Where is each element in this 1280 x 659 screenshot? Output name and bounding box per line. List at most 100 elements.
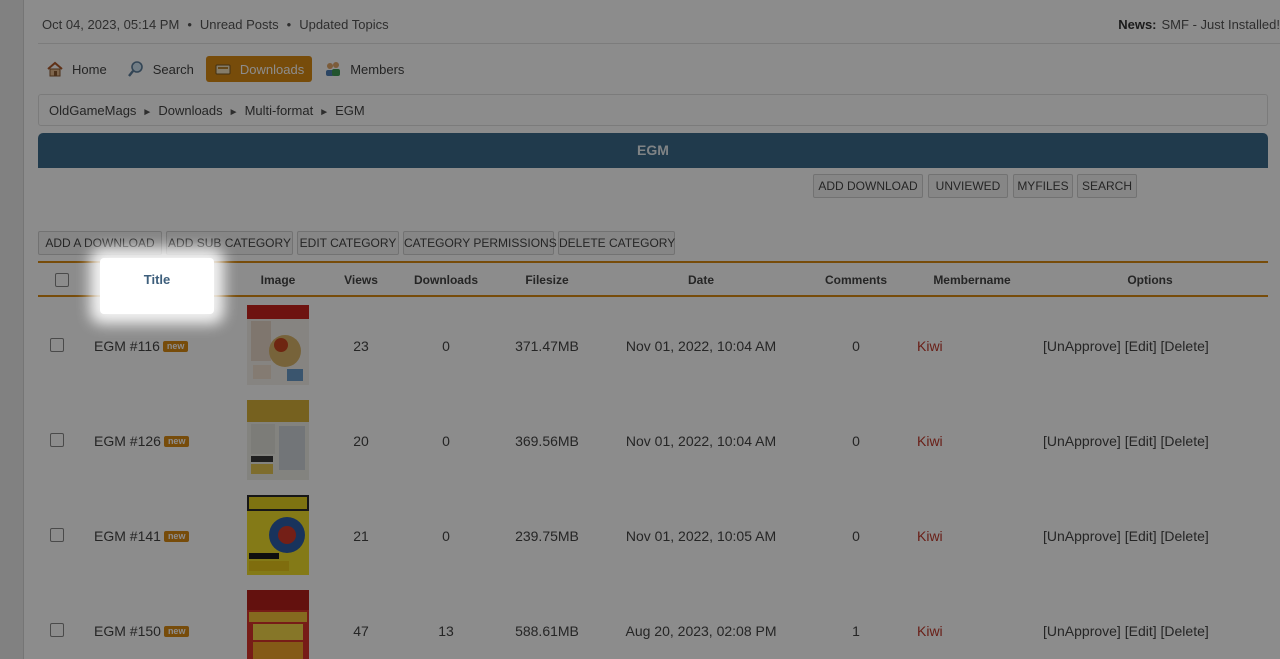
top-info-bar: Oct 04, 2023, 05:14 PM • Unread Posts • Upda… bbox=[38, 0, 1280, 44]
breadcrumb-item[interactable]: Multi-format bbox=[245, 103, 314, 118]
row-title-link[interactable]: EGM #150 new bbox=[94, 623, 190, 639]
row-downloads: 0 bbox=[442, 338, 450, 354]
unread-posts-link[interactable]: Unread Posts bbox=[200, 17, 279, 32]
edit-link[interactable]: [Edit] bbox=[1125, 528, 1157, 544]
column-membername[interactable]: Membername bbox=[907, 273, 1037, 287]
nav-item-label: Members bbox=[350, 61, 405, 77]
edit-category-button[interactable]: EDIT CATEGORY bbox=[297, 231, 399, 255]
cover-thumbnail[interactable] bbox=[247, 495, 309, 575]
nav-item-home[interactable]: Home bbox=[38, 56, 115, 82]
row-member-link[interactable]: Kiwi bbox=[917, 623, 943, 639]
table-row: EGM #126 new 20 0 369.56MB Nov 01, 2022, … bbox=[38, 393, 1268, 488]
column-options: Options bbox=[1127, 273, 1173, 287]
row-date: Nov 01, 2022, 10:04 AM bbox=[625, 338, 777, 354]
row-downloads: 0 bbox=[442, 433, 450, 449]
category-permissions-button[interactable]: CATEGORY PERMISSIONS bbox=[403, 231, 557, 255]
updated-topics-link[interactable]: Updated Topics bbox=[299, 17, 388, 32]
unapprove-link[interactable]: [UnApprove] bbox=[1043, 338, 1121, 354]
cover-thumbnail[interactable] bbox=[247, 400, 309, 480]
breadcrumb-item[interactable]: OldGameMags bbox=[49, 103, 136, 118]
edit-link[interactable]: [Edit] bbox=[1125, 623, 1157, 639]
highlighted-title-label[interactable]: Title bbox=[100, 258, 214, 302]
row-title[interactable]: EGM #126 bbox=[94, 433, 161, 449]
breadcrumb-arrow-icon: ► bbox=[228, 107, 239, 118]
delete-link[interactable]: [Delete] bbox=[1161, 338, 1209, 354]
current-datetime: Oct 04, 2023, 05:14 PM bbox=[42, 17, 180, 32]
column-date[interactable]: Date bbox=[621, 273, 781, 287]
row-checkbox[interactable] bbox=[50, 528, 64, 542]
row-title[interactable]: EGM #116 bbox=[94, 338, 160, 354]
highlighted-title-column-header[interactable]: Title bbox=[100, 258, 214, 314]
edit-link[interactable]: [Edit] bbox=[1125, 433, 1157, 449]
row-comments: 0 bbox=[852, 433, 860, 449]
add-download-button[interactable]: ADD DOWNLOAD bbox=[813, 174, 923, 198]
row-date: Nov 01, 2022, 10:04 AM bbox=[625, 433, 777, 449]
row-member-link[interactable]: Kiwi bbox=[917, 433, 943, 449]
row-views: 23 bbox=[353, 338, 369, 354]
page: Oct 04, 2023, 05:14 PM • Unread Posts • Upda… bbox=[38, 0, 1280, 659]
row-member-link[interactable]: Kiwi bbox=[917, 528, 943, 544]
row-title-link[interactable]: EGM #116 new bbox=[94, 338, 189, 354]
nav-item-members[interactable]: Members bbox=[316, 56, 412, 82]
row-title-link[interactable]: EGM #126 new bbox=[94, 433, 190, 449]
edit-link[interactable]: [Edit] bbox=[1125, 338, 1157, 354]
table-row: EGM #150 new 47 13 588.61MB Aug 20, 2023,… bbox=[38, 583, 1268, 659]
breadcrumb-item[interactable]: Downloads bbox=[158, 103, 222, 118]
main-nav: Home Search Downloads Members bbox=[38, 55, 416, 83]
delete-category-button[interactable]: DELETE CATEGORY bbox=[558, 231, 675, 255]
add-a-download-button[interactable]: ADD A DOWNLOAD bbox=[38, 231, 162, 255]
news-text[interactable]: SMF - Just Installed! bbox=[1162, 17, 1280, 32]
row-title[interactable]: EGM #150 bbox=[94, 623, 161, 639]
category-title-bar: EGM bbox=[38, 133, 1268, 168]
left-sidebar-strip bbox=[0, 0, 24, 659]
row-comments: 0 bbox=[852, 338, 860, 354]
new-badge: new bbox=[163, 626, 190, 637]
row-downloads: 0 bbox=[442, 528, 450, 544]
row-title-link[interactable]: EGM #141 new bbox=[94, 528, 190, 544]
row-views: 20 bbox=[353, 433, 369, 449]
nav-item-downloads[interactable]: Downloads bbox=[205, 56, 313, 82]
breadcrumb-arrow-icon: ► bbox=[319, 107, 330, 118]
cover-thumbnail[interactable] bbox=[247, 305, 309, 385]
row-checkbox[interactable] bbox=[50, 433, 64, 447]
row-views: 47 bbox=[353, 623, 369, 639]
new-badge: new bbox=[162, 341, 189, 352]
add-sub-category-button[interactable]: ADD SUB CATEGORY bbox=[166, 231, 293, 255]
row-member-link[interactable]: Kiwi bbox=[917, 338, 943, 354]
nav-item-label: Downloads bbox=[239, 61, 305, 77]
row-checkbox[interactable] bbox=[50, 623, 64, 637]
row-downloads: 13 bbox=[438, 623, 454, 639]
unapprove-link[interactable]: [UnApprove] bbox=[1043, 623, 1121, 639]
table-header: Title Image Views Downloads Filesize Dat… bbox=[38, 261, 1268, 297]
column-comments[interactable]: Comments bbox=[806, 273, 906, 287]
cover-thumbnail[interactable] bbox=[247, 590, 309, 659]
select-all-checkbox[interactable] bbox=[55, 273, 69, 287]
row-comments: 1 bbox=[852, 623, 860, 639]
row-checkbox[interactable] bbox=[50, 338, 64, 352]
column-filesize[interactable]: Filesize bbox=[497, 273, 597, 287]
category-title: EGM bbox=[637, 142, 669, 158]
row-title[interactable]: EGM #141 bbox=[94, 528, 161, 544]
unviewed-button[interactable]: UNVIEWED bbox=[928, 174, 1008, 198]
search-button[interactable]: SEARCH bbox=[1077, 174, 1137, 198]
row-options: [UnApprove] [Edit] [Delete] bbox=[1043, 623, 1209, 639]
new-badge: new bbox=[163, 436, 190, 447]
unapprove-link[interactable]: [UnApprove] bbox=[1043, 433, 1121, 449]
breadcrumb-item[interactable]: EGM bbox=[335, 103, 365, 118]
row-date: Nov 01, 2022, 10:05 AM bbox=[625, 528, 777, 544]
column-image: Image bbox=[260, 273, 296, 287]
home-icon bbox=[46, 60, 64, 78]
myfiles-button[interactable]: MYFILES bbox=[1013, 174, 1073, 198]
nav-item-search[interactable]: Search bbox=[119, 56, 202, 82]
news-label: News: bbox=[1118, 17, 1157, 32]
row-filesize: 369.56MB bbox=[515, 433, 579, 449]
column-downloads[interactable]: Downloads bbox=[396, 273, 496, 287]
unapprove-link[interactable]: [UnApprove] bbox=[1043, 528, 1121, 544]
delete-link[interactable]: [Delete] bbox=[1161, 623, 1209, 639]
nav-item-label: Home bbox=[72, 61, 107, 77]
delete-link[interactable]: [Delete] bbox=[1161, 528, 1209, 544]
delete-link[interactable]: [Delete] bbox=[1161, 433, 1209, 449]
column-views[interactable]: Views bbox=[321, 273, 401, 287]
row-options: [UnApprove] [Edit] [Delete] bbox=[1043, 528, 1209, 544]
row-options: [UnApprove] [Edit] [Delete] bbox=[1043, 338, 1209, 354]
